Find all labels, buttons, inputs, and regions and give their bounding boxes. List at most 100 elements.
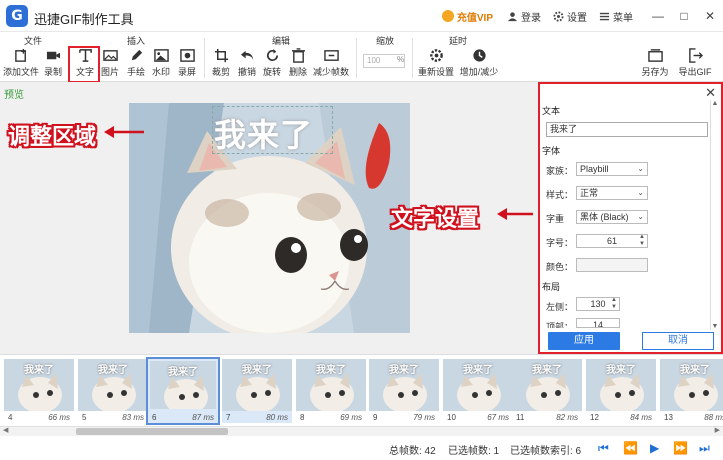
scroll-left-icon[interactable]: ◀	[3, 426, 8, 434]
annotation-text-settings: 文字设置	[391, 206, 480, 231]
top-label: 顶部：	[546, 322, 574, 328]
gear-reset-icon	[429, 49, 443, 62]
scroll-down-icon[interactable]: ▼	[711, 323, 719, 330]
reduce-frames-label: 减少帧数	[312, 67, 349, 77]
app-logo-icon: G	[6, 5, 28, 27]
frame-duration: 79 ms	[413, 413, 435, 422]
filmstrip-scrollbar[interactable]: ◀ ▶	[0, 426, 723, 436]
frame-thumbnail[interactable]: 我来了 10 67 ms	[443, 359, 513, 423]
cancel-button[interactable]: 取消	[642, 332, 714, 350]
prev-frame-icon[interactable]: ⏪	[623, 441, 638, 455]
frame-thumbnail[interactable]: 我来了 13 88 ms	[660, 359, 723, 423]
login-button[interactable]: 登录	[507, 9, 541, 24]
stepper-arrows-icon[interactable]: ▲ ▼	[639, 234, 645, 248]
annotation-arrow-right	[497, 208, 533, 220]
save-as-button[interactable]: 另存为	[641, 48, 669, 78]
screen-record-button[interactable]: 录屏	[174, 48, 200, 78]
frame-image: 我来了	[150, 361, 216, 409]
delete-button[interactable]: 删除	[285, 48, 311, 78]
apply-button[interactable]: 应用	[548, 332, 620, 350]
vip-button[interactable]: 充值VIP	[441, 9, 493, 24]
style-select[interactable]: 正常 ⌄	[576, 186, 648, 200]
next-frame-icon[interactable]: ⏩	[673, 441, 688, 455]
image-icon	[102, 50, 118, 61]
frame-index: 11	[516, 413, 525, 422]
reduce-frames-icon	[323, 50, 339, 61]
left-value: 130	[590, 299, 606, 309]
settings-button[interactable]: 设置	[553, 9, 587, 24]
clock-icon	[472, 49, 486, 62]
status-bar: 总帧数: 42 已选帧数: 1 已选帧数索引: 6 ⏮ ⏪ ▶ ⏩ ⏭	[0, 436, 723, 460]
add-reduce-delay-button[interactable]: 增加/减少	[460, 48, 498, 78]
text-tool-highlight	[68, 46, 100, 83]
annotation-adjust-region: 调整区域	[8, 124, 97, 149]
frame-thumbnail[interactable]: 我来了 12 84 ms	[586, 359, 656, 423]
frame-caption: 我来了	[680, 365, 710, 376]
reset-button[interactable]: 重新设置	[418, 48, 454, 78]
minimize-button[interactable]: —	[645, 9, 671, 23]
chevron-down-icon: ⌄	[637, 212, 644, 221]
selected-frames: 已选帧数: 1	[448, 446, 500, 457]
frame-thumbnail[interactable]: 我来了 11 82 ms	[512, 359, 582, 423]
chevron-down-icon: ⌄	[637, 188, 644, 197]
frame-thumbnail[interactable]: 我来了 7 80 ms	[222, 359, 292, 423]
frame-duration: 69 ms	[340, 413, 362, 422]
record-button[interactable]: 录制	[40, 48, 66, 78]
frame-thumbnail[interactable]: 我来了 8 69 ms	[296, 359, 366, 423]
selected-index: 已选帧数索引: 6	[510, 446, 582, 457]
play-icon[interactable]: ▶	[650, 441, 659, 455]
section-font-title: 字体	[542, 146, 561, 156]
text-input[interactable]: 我来了	[546, 122, 708, 137]
scroll-up-icon[interactable]: ▲	[711, 100, 719, 107]
title-bar: G 迅捷GIF制作工具 充值VIP 登录 设置 菜单 — □ ✕	[0, 0, 723, 32]
frame-thumbnail[interactable]: 我来了 9 79 ms	[369, 359, 439, 423]
weight-select[interactable]: 黑体 (Black) ⌄	[576, 210, 648, 224]
size-stepper[interactable]: 61 ▲ ▼	[576, 234, 648, 248]
left-stepper[interactable]: 130 ▲ ▼	[576, 297, 620, 311]
frame-thumbnail[interactable]: 我来了 4 66 ms	[4, 359, 74, 423]
export-gif-button[interactable]: 导出GIF	[679, 48, 712, 78]
vip-icon	[441, 10, 454, 22]
annotation-arrow-left	[104, 126, 144, 138]
panel-close-icon[interactable]: ✕	[705, 85, 716, 101]
color-picker[interactable]	[576, 258, 648, 272]
scroll-right-icon[interactable]: ▶	[715, 426, 720, 434]
frame-index: 10	[447, 413, 456, 422]
first-frame-icon[interactable]: ⏮	[598, 441, 609, 456]
section-layout-title: 布局	[542, 282, 561, 292]
close-button[interactable]: ✕	[697, 9, 723, 23]
left-label: 左侧：	[546, 302, 574, 312]
frame-index: 6	[152, 413, 157, 422]
frame-thumbnail[interactable]: 我来了 5 83 ms	[78, 359, 148, 423]
weight-value: 黑体 (Black)	[580, 212, 629, 222]
menu-label: 菜单	[613, 12, 633, 24]
frame-caption: 我来了	[463, 365, 493, 376]
frame-index: 4	[8, 413, 13, 422]
style-value: 正常	[580, 188, 599, 198]
add-file-button[interactable]: 添加文件	[3, 48, 39, 78]
family-select[interactable]: Playbill ⌄	[576, 162, 648, 176]
trash-icon	[291, 48, 305, 63]
crop-icon	[214, 48, 228, 63]
frame-thumbnail[interactable]: 我来了 6 87 ms	[146, 357, 220, 425]
frame-index: 12	[590, 413, 599, 422]
frame-image: 我来了	[369, 359, 439, 411]
top-value: 14	[592, 320, 603, 328]
reduce-frames-button[interactable]: 减少帧数	[313, 48, 349, 78]
frame-caption: 我来了	[389, 365, 419, 376]
top-stepper[interactable]: 14	[576, 318, 620, 328]
frame-index: 9	[373, 413, 378, 422]
last-frame-icon[interactable]: ⏭	[699, 441, 710, 456]
frame-caption: 我来了	[242, 365, 272, 376]
frame-image: 我来了	[512, 359, 582, 411]
frame-caption: 我来了	[24, 365, 54, 376]
gif-caption-text[interactable]: 我来了	[214, 110, 313, 156]
export-gif-label: 导出GIF	[678, 67, 712, 77]
panel-scrollbar[interactable]: ▲ ▼	[710, 100, 719, 330]
menu-button[interactable]: 菜单	[599, 9, 633, 24]
scrollbar-thumb[interactable]	[76, 428, 228, 435]
frame-index: 5	[82, 413, 87, 422]
stepper-arrows-icon[interactable]: ▲ ▼	[611, 297, 617, 311]
maximize-button[interactable]: □	[671, 9, 697, 23]
chevron-down-icon: ⌄	[637, 164, 644, 173]
